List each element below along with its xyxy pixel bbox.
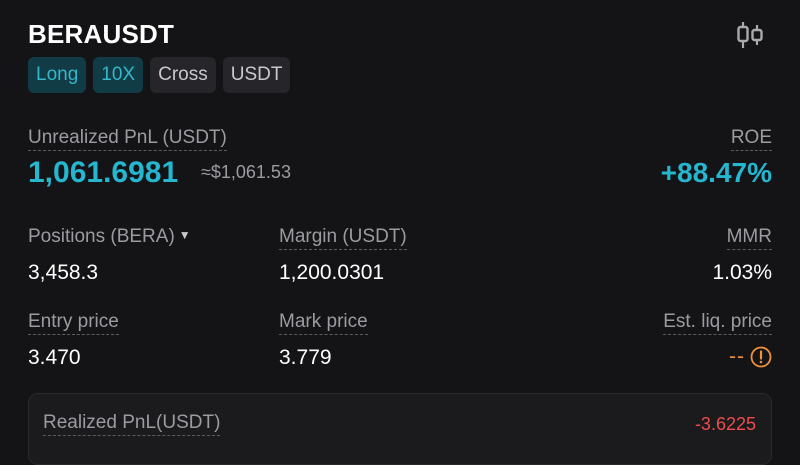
chart-button[interactable]: [734, 20, 766, 50]
roe-value: +88.47%: [660, 157, 772, 188]
symbol-title: BERAUSDT: [28, 19, 175, 49]
margin-label[interactable]: Margin (USDT): [279, 226, 407, 250]
caret-down-icon: ▼: [178, 228, 191, 242]
unrealized-pnl-value: 1,061.6981: [28, 156, 179, 189]
warning-circle-icon[interactable]: [750, 346, 772, 368]
realized-pnl-value: -3.6225: [694, 414, 756, 434]
est-liq-price-text: --: [729, 345, 745, 368]
position-tags: Long 10X Cross USDT: [28, 57, 291, 93]
est-liq-price-value: --: [729, 345, 772, 369]
roe-label[interactable]: ROE: [730, 127, 772, 151]
tag-settle-currency: USDT: [222, 57, 291, 93]
candlestick-chart-icon: [737, 22, 763, 48]
mark-price-value: 3.779: [279, 346, 332, 369]
mark-price-label[interactable]: Mark price: [279, 311, 368, 335]
positions-value: 3,458.3: [28, 261, 99, 284]
entry-price-value: 3.470: [28, 346, 81, 369]
mmr-value: 1.03%: [712, 261, 772, 284]
tag-long: Long: [28, 57, 87, 93]
tag-margin-mode[interactable]: Cross: [150, 57, 216, 93]
positions-label: Positions (BERA): [28, 226, 175, 247]
positions-selector[interactable]: Positions (BERA) ▼: [28, 226, 191, 248]
realized-pnl-label[interactable]: Realized PnL(USDT): [43, 412, 221, 436]
margin-value[interactable]: 1,200.0301: [279, 261, 384, 285]
tag-leverage[interactable]: 10X: [93, 57, 144, 93]
unrealized-pnl-label[interactable]: Unrealized PnL (USDT): [28, 127, 227, 151]
unrealized-pnl-approx: ≈$1,061.53: [201, 162, 291, 182]
mmr-label[interactable]: MMR: [726, 226, 772, 250]
est-liq-price-label[interactable]: Est. liq. price: [663, 311, 772, 335]
entry-price-label[interactable]: Entry price: [28, 311, 119, 335]
